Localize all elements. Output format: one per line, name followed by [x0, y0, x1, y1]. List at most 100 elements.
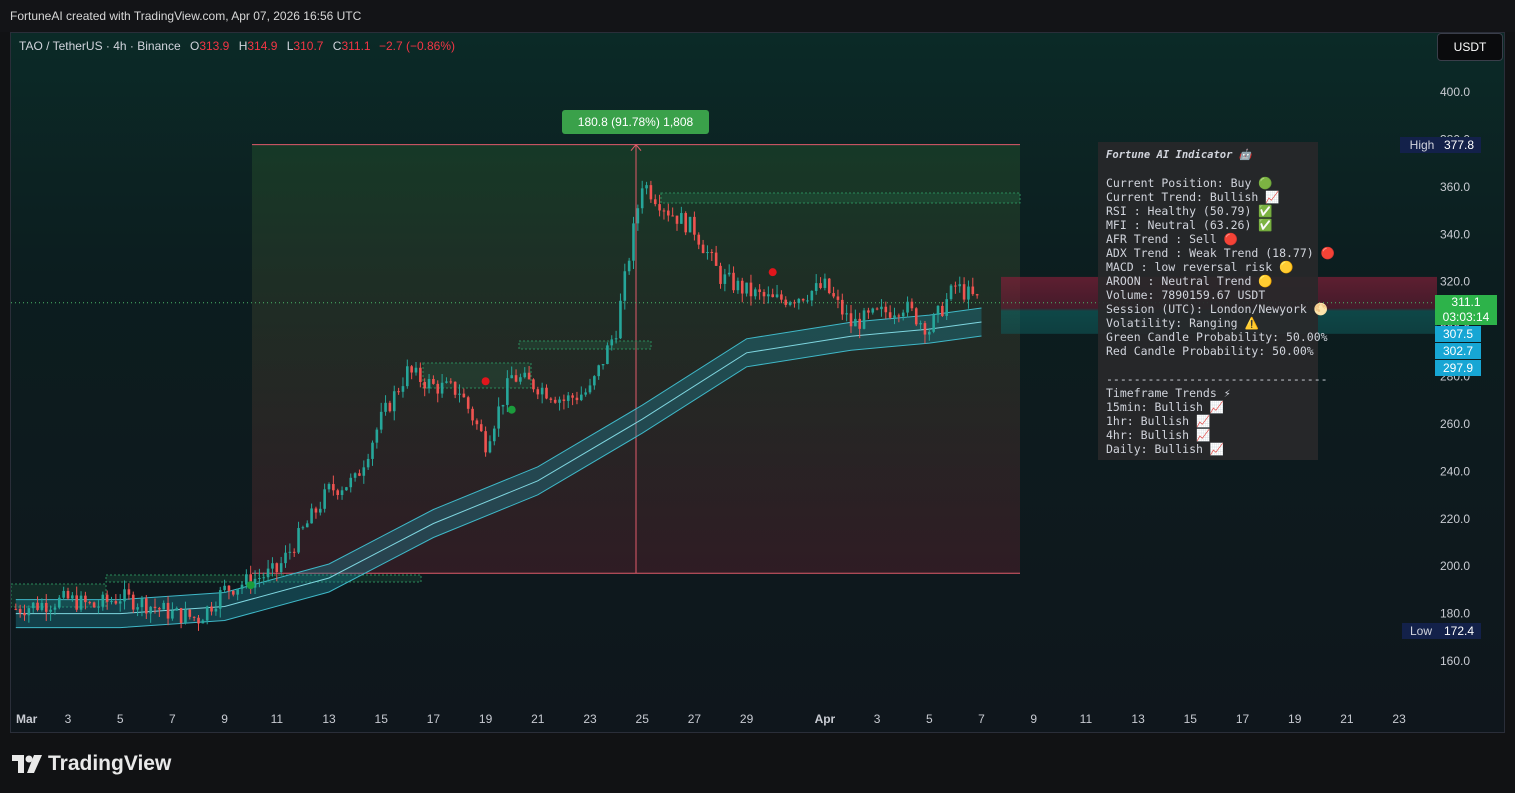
candle-body — [619, 300, 622, 339]
symbol-name[interactable]: TAO / TetherUS · 4h · Binance — [19, 39, 181, 53]
candle-body — [871, 308, 875, 313]
candle-body — [201, 620, 205, 624]
time-tick-label: 13 — [1131, 712, 1145, 726]
band-lower-badge: 297.9 — [1435, 360, 1481, 376]
candle-body — [340, 490, 344, 496]
candle-body — [523, 372, 527, 378]
candle-body — [880, 306, 883, 310]
candle-body — [223, 585, 226, 591]
indicator-row: MFI : Neutral (63.26) ✅ — [1106, 218, 1273, 232]
price-tick-label: 260.0 — [1440, 417, 1470, 431]
time-tick-label: 15 — [375, 712, 389, 726]
price-tick-label: 340.0 — [1440, 227, 1470, 241]
candle-body — [501, 404, 505, 407]
candle-body — [710, 252, 714, 254]
candle-body — [145, 598, 148, 614]
candle-body — [49, 609, 52, 612]
change-value: −2.7 (−0.86%) — [378, 39, 456, 53]
candle-body — [53, 607, 57, 610]
candle-body — [888, 312, 892, 318]
candle-body — [314, 508, 318, 513]
indicator-row: Current Position: Buy 🟢 — [1106, 176, 1273, 190]
candle-body — [323, 489, 326, 509]
timeframe-row: 4hr: Bullish 📈 — [1106, 428, 1211, 442]
candle-body — [893, 315, 896, 318]
candle-body — [445, 381, 448, 383]
candle-body — [92, 602, 96, 608]
candle-body — [919, 323, 922, 325]
candle-body — [584, 392, 587, 395]
candle-body — [901, 312, 905, 317]
candle-body — [527, 372, 531, 380]
price-tick-label: 360.0 — [1440, 180, 1470, 194]
time-tick-label: 23 — [1392, 712, 1406, 726]
candle-body — [540, 387, 544, 395]
candle-body — [423, 381, 426, 389]
candle-body — [297, 528, 300, 553]
candle-body — [806, 300, 809, 302]
candle-body — [84, 595, 87, 603]
time-tick-label: 17 — [427, 712, 441, 726]
band-mid-badge: 302.7 — [1435, 343, 1481, 359]
candle-body — [118, 601, 122, 604]
candle-body — [488, 441, 492, 453]
candle-body — [75, 595, 78, 610]
candle-body — [384, 402, 387, 412]
candle-body — [240, 584, 244, 589]
candle-body — [923, 323, 927, 335]
candle-body — [175, 608, 179, 611]
candle-body — [432, 379, 435, 384]
candle-body — [906, 301, 909, 313]
candle-body — [158, 608, 161, 610]
time-tick-label: 27 — [688, 712, 702, 726]
signal-marker[interactable] — [481, 377, 490, 386]
time-tick-label: 21 — [1340, 712, 1354, 726]
credit-text: FortuneAI created with TradingView.com, … — [10, 9, 362, 23]
candle-body — [258, 578, 261, 580]
measure-label: 180.8 (91.78%) 1,808 — [562, 110, 709, 134]
currency-button[interactable]: USDT — [1437, 33, 1503, 61]
candle-body — [875, 308, 879, 310]
candle-body — [336, 490, 339, 496]
candle-body — [706, 252, 709, 254]
tradingview-logo[interactable]: TradingView — [12, 752, 171, 776]
candle-body — [197, 617, 200, 624]
indicator-title: Fortune AI Indicator 🤖 — [1106, 149, 1252, 161]
candle-body — [910, 301, 914, 309]
indicator-row: Session (UTC): London/Newyork 🌕 — [1106, 302, 1329, 316]
candle-body — [401, 386, 405, 392]
price-tick-label: 400.0 — [1440, 85, 1470, 99]
signal-marker[interactable] — [246, 581, 255, 590]
low-badge-label: Low — [1402, 623, 1440, 639]
signal-marker[interactable] — [507, 405, 516, 414]
time-tick-label: Mar — [16, 712, 38, 726]
candle-body — [484, 431, 487, 453]
candle-body — [345, 487, 348, 491]
candle-body — [827, 278, 831, 294]
candle-body — [914, 308, 918, 325]
price-tick-label: 180.0 — [1440, 607, 1470, 621]
candle-body — [44, 602, 48, 612]
chart-frame[interactable]: 400.0380.0360.0340.0320.0300.0280.0260.0… — [10, 32, 1505, 733]
candle-body — [275, 563, 279, 573]
candle-body — [958, 284, 962, 287]
candle-body — [319, 508, 322, 513]
candle-body — [658, 204, 661, 211]
candle-body — [327, 484, 331, 490]
candle-body — [262, 577, 266, 579]
candle-body — [27, 608, 31, 616]
candle-body — [606, 345, 609, 365]
candle-body — [462, 393, 466, 398]
candle-body — [23, 612, 26, 616]
candle-body — [18, 609, 22, 613]
candle-body — [153, 606, 157, 609]
candle-body — [79, 595, 83, 610]
indicator-row: MACD : low reversal risk 🟡 — [1106, 260, 1294, 274]
candle-body — [719, 265, 722, 284]
candle-body — [788, 302, 792, 305]
candle-body — [949, 285, 953, 300]
candle-body — [936, 305, 940, 315]
signal-marker[interactable] — [768, 268, 777, 277]
candle-body — [675, 215, 679, 224]
candle-body — [166, 602, 170, 619]
